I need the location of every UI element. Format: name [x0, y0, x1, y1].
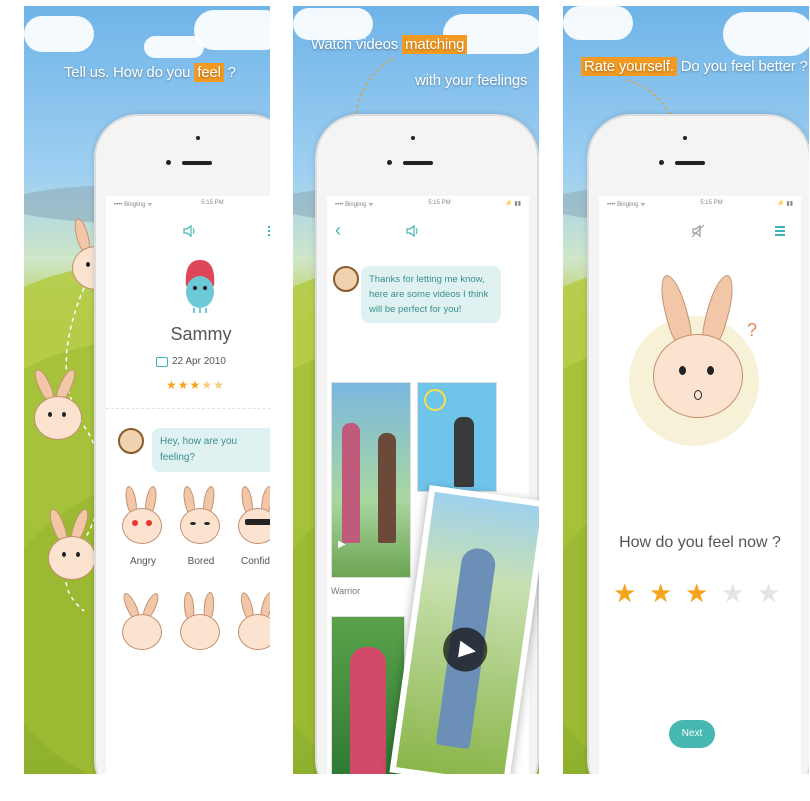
cloud	[24, 16, 94, 52]
phone-frame: •••• Bingling ᯤ 5:15 PM ⚡ ▮▮ ? How do yo…	[587, 114, 809, 774]
person-figure	[342, 423, 360, 543]
person-figure	[454, 417, 474, 487]
emotion-label: Bored	[187, 556, 215, 567]
emotion-angry-icon[interactable]	[120, 485, 166, 550]
phone-frame: •••• Bingling ᯤ 5:15 PM ⚡ ▮▮ Sammy 22 Ap…	[94, 114, 270, 774]
star-icon[interactable]: ★	[613, 580, 636, 606]
emotion-icon[interactable]	[178, 591, 224, 656]
star-icon[interactable]: ★	[649, 580, 672, 606]
chat-bubble: Hey, how are you feeling?	[152, 428, 270, 472]
app-screen: •••• Bingling ᯤ 5:15 PM ⚡ ▮▮ ? How do yo…	[599, 196, 801, 774]
panel-caption: Tell us. How do you feel ?	[64, 63, 236, 82]
star-icon[interactable]: ★	[685, 580, 708, 606]
emotion-bored-icon[interactable]	[178, 485, 224, 550]
profile-stars: ★★★★★	[166, 378, 225, 392]
menu-icon[interactable]	[775, 226, 785, 236]
star-icon[interactable]: ★	[757, 580, 780, 606]
caption-highlight: feel	[194, 63, 224, 82]
emotion-label: Angry	[129, 556, 157, 567]
screenshot-panel-1: Tell us. How do you feel ? •••• Bingling…	[24, 6, 270, 774]
back-arrow-icon[interactable]: ‹	[335, 220, 341, 241]
cloud	[144, 36, 204, 58]
sun-icon	[424, 389, 446, 411]
app-screen: •••• Bingling ᯤ 5:15 PM ⚡ ▮▮ Sammy 22 Ap…	[106, 196, 270, 774]
star-icon: ★	[166, 378, 178, 392]
panel-caption-line2: with your feelings	[415, 72, 528, 89]
video-thumbnail[interactable]	[417, 382, 497, 492]
avatar-monster-icon	[185, 260, 215, 313]
status-bar: •••• Bingling ᯤ 5:15 PM ⚡ ▮▮	[607, 200, 793, 208]
caption-highlight: matching	[402, 35, 468, 54]
cake-icon	[156, 356, 168, 367]
emotion-icon[interactable]	[236, 591, 270, 656]
speaker-icon[interactable]	[405, 224, 419, 238]
screenshot-panel-3: Rate yourself. Do you feel better ? ••••…	[563, 6, 809, 774]
front-camera	[166, 160, 171, 165]
next-button[interactable]: Next	[669, 720, 715, 748]
speaker-muted-icon[interactable]	[691, 224, 705, 238]
divider	[106, 408, 270, 409]
panel-caption: Rate yourself. Do you feel better ?	[581, 57, 808, 76]
cloud	[563, 6, 633, 40]
star-icon[interactable]: ★	[721, 580, 744, 606]
profile-name: Sammy	[170, 324, 232, 344]
feel-question: How do you feel now ?	[619, 534, 781, 551]
bot-chat-bubble: Thanks for letting me know, here are som…	[361, 266, 501, 323]
star-icon: ★	[177, 378, 190, 392]
speaker-icon[interactable]	[182, 224, 196, 238]
cloud	[194, 10, 270, 50]
menu-icon[interactable]	[268, 226, 270, 236]
rating-stars[interactable]: ★ ★ ★ ★ ★	[613, 580, 793, 610]
cloud	[723, 12, 809, 56]
star-icon: ★	[201, 378, 214, 392]
earpiece	[182, 161, 212, 165]
star-icon: ★	[189, 378, 202, 392]
user-avatar	[333, 266, 359, 292]
status-bar: •••• Bingling ᯤ 5:15 PM ⚡ ▮▮	[335, 200, 521, 208]
user-avatar	[118, 428, 144, 454]
video-label: Warrior	[331, 586, 361, 596]
emotion-label: Confiden	[240, 556, 270, 567]
panel-caption: Watch videos matching	[311, 35, 468, 54]
emotion-icon[interactable]	[120, 591, 166, 656]
status-bar: •••• Bingling ᯤ 5:15 PM ⚡ ▮▮	[114, 200, 224, 208]
caption-highlight: Rate yourself.	[581, 57, 677, 76]
bunny-unsure-icon	[649, 272, 749, 434]
star-icon: ★	[213, 378, 225, 392]
person-figure	[378, 433, 396, 543]
play-icon[interactable]: ▶	[338, 539, 346, 550]
screenshot-panel-2: Watch videos matching with your feelings…	[293, 6, 539, 774]
person-figure	[350, 647, 386, 774]
emotion-confident-icon[interactable]	[236, 485, 270, 550]
bunny-sad-icon	[30, 367, 90, 450]
play-icon: ▶	[457, 634, 478, 663]
question-mark-icon: ?	[747, 320, 758, 340]
profile-birthday: 22 Apr 2010	[156, 356, 226, 367]
video-thumbnail[interactable]: ▶	[331, 382, 411, 578]
